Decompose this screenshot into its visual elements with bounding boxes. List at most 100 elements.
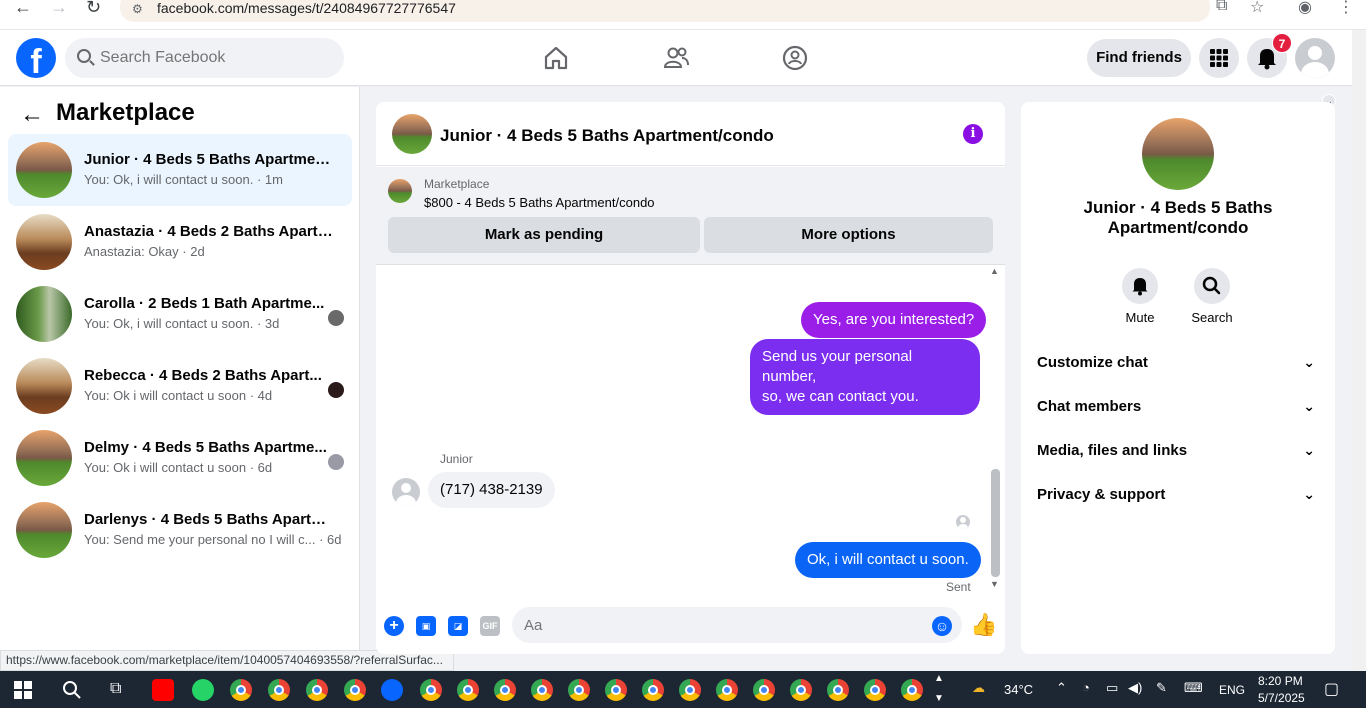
chrome-icon[interactable] xyxy=(268,679,290,701)
chat-members-row[interactable]: Chat members ⌄ xyxy=(1037,398,1319,422)
temperature[interactable]: 34°C xyxy=(1004,682,1033,697)
media-files-links-row[interactable]: Media, files and links ⌄ xyxy=(1037,442,1319,466)
reload-icon[interactable]: ↻ xyxy=(86,0,101,18)
scroll-up-arrow[interactable]: ▲ xyxy=(990,266,999,276)
youtube-icon[interactable] xyxy=(152,679,174,701)
outgoing-message[interactable]: Ok, i will contact u soon. xyxy=(795,542,981,578)
bookmark-star-icon[interactable]: ☆ xyxy=(1250,0,1264,17)
conversation-name: Junior · 4 Beds 5 Baths Apartment... xyxy=(84,151,334,168)
privacy-support-row[interactable]: Privacy & support ⌄ xyxy=(1037,486,1319,510)
back-icon[interactable]: ← xyxy=(14,0,32,18)
chrome-icon[interactable] xyxy=(679,679,701,701)
find-friends-button[interactable]: Find friends xyxy=(1087,39,1191,77)
account-avatar[interactable] xyxy=(1295,38,1335,78)
conversation-item[interactable]: Darlenys · 4 Beds 5 Baths Apartme... You… xyxy=(8,494,352,566)
windows-start-icon[interactable] xyxy=(14,681,32,699)
conversation-item[interactable]: Delmy · 4 Beds 5 Baths Apartme... You: O… xyxy=(8,422,352,494)
sticker-icon[interactable]: ◪ xyxy=(448,616,468,636)
chrome-icon[interactable] xyxy=(642,679,664,701)
taskbar-scroll-down-icon[interactable]: ▼ xyxy=(934,693,944,704)
forward-icon[interactable]: → xyxy=(50,0,68,18)
menu-button[interactable] xyxy=(1199,38,1239,78)
network-icon[interactable]: ◔ xyxy=(1082,680,1090,695)
listing-thumbnail[interactable] xyxy=(388,179,412,203)
plus-icon[interactable]: + xyxy=(384,616,404,636)
chrome-icon[interactable] xyxy=(790,679,812,701)
weather-icon[interactable]: ☁ xyxy=(972,680,985,696)
chrome-icon[interactable] xyxy=(753,679,775,701)
photo-icon[interactable]: ▣ xyxy=(416,616,436,636)
home-icon[interactable] xyxy=(542,44,570,72)
emoji-icon[interactable]: ☺ xyxy=(932,616,952,636)
chat-scrollbar[interactable] xyxy=(991,469,1000,577)
address-bar[interactable]: ⚙ facebook.com/messages/t/24084967727776… xyxy=(120,0,1210,22)
chrome-icon[interactable] xyxy=(420,679,442,701)
groups-icon[interactable] xyxy=(781,44,809,72)
install-app-icon[interactable]: ⧉ xyxy=(1216,0,1227,15)
mute-button[interactable]: Mute xyxy=(1110,268,1170,325)
chrome-icon[interactable] xyxy=(457,679,479,701)
mark-as-pending-button[interactable]: Mark as pending xyxy=(388,217,700,253)
profile-avatar[interactable] xyxy=(1142,118,1214,190)
taskbar-scroll-up-icon[interactable]: ▲ xyxy=(934,673,944,684)
keyboard-icon[interactable]: ⌨ xyxy=(1184,680,1203,696)
message-input[interactable] xyxy=(512,607,962,643)
outgoing-message[interactable]: Yes, are you interested? xyxy=(801,302,987,338)
conversation-item[interactable]: Junior · 4 Beds 5 Baths Apartment... You… xyxy=(8,134,352,206)
chevron-up-icon[interactable]: ⌃ xyxy=(1056,680,1067,696)
incoming-message[interactable]: (717) 438-2139 xyxy=(428,472,555,508)
chrome-icon[interactable] xyxy=(344,679,366,701)
chrome-icon[interactable] xyxy=(716,679,738,701)
customize-chat-row[interactable]: Customize chat ⌄ xyxy=(1037,354,1319,378)
info-icon[interactable]: i xyxy=(963,124,983,144)
search-box[interactable] xyxy=(65,38,344,78)
chrome-icon[interactable] xyxy=(531,679,553,701)
language-indicator[interactable]: ENG xyxy=(1219,683,1245,697)
notification-badge: 7 xyxy=(1272,33,1292,53)
row-label: Chat members xyxy=(1037,398,1142,415)
chrome-icon[interactable] xyxy=(827,679,849,701)
task-view-icon[interactable]: ⧉ xyxy=(110,680,121,698)
mute-label: Mute xyxy=(1125,310,1155,325)
chrome-icon[interactable] xyxy=(605,679,627,701)
conversation-item[interactable]: Anastazia · 4 Beds 2 Baths Apartm... Ana… xyxy=(8,206,352,278)
notification-center-icon[interactable]: ▢ xyxy=(1324,679,1339,699)
friends-icon[interactable] xyxy=(662,44,690,72)
browser-menu-icon[interactable]: ⋮ xyxy=(1338,0,1354,17)
facebook-icon[interactable] xyxy=(381,679,403,701)
page-scrollbar[interactable] xyxy=(1352,30,1366,671)
chrome-icon[interactable] xyxy=(901,679,923,701)
gif-icon[interactable]: GIF xyxy=(480,616,500,636)
clock-date[interactable]: 5/7/2025 xyxy=(1258,691,1305,705)
sender-avatar[interactable] xyxy=(392,478,420,506)
chrome-icon[interactable] xyxy=(864,679,886,701)
pen-icon[interactable]: ✎ xyxy=(1156,680,1167,696)
listing-thumbnail xyxy=(16,502,72,558)
whatsapp-icon[interactable] xyxy=(192,679,214,701)
outgoing-message[interactable]: Send us your personal number, so, we can… xyxy=(750,339,980,415)
listing-description[interactable]: $800 - 4 Beds 5 Baths Apartment/condo xyxy=(424,195,655,210)
conversation-item[interactable]: Carolla · 2 Beds 1 Bath Apartme... You: … xyxy=(8,278,352,350)
thumbs-up-icon[interactable]: 👍 xyxy=(970,612,997,638)
facebook-logo-icon[interactable]: f xyxy=(16,38,56,78)
chrome-icon[interactable] xyxy=(306,679,328,701)
conversation-item[interactable]: Rebecca · 4 Beds 2 Baths Apart... You: O… xyxy=(8,350,352,422)
back-arrow-icon[interactable]: ← xyxy=(20,101,44,129)
sender-name: Junior xyxy=(440,452,473,466)
chrome-icon[interactable] xyxy=(230,679,252,701)
site-info-icon[interactable]: ⚙ xyxy=(132,2,143,16)
search-chat-button[interactable]: Search xyxy=(1182,268,1242,325)
scroll-down-arrow[interactable]: ▼ xyxy=(990,579,999,589)
clock-time[interactable]: 8:20 PM xyxy=(1258,674,1303,688)
more-options-button[interactable]: More options xyxy=(704,217,993,253)
chat-title[interactable]: Junior · 4 Beds 5 Baths Apartment/condo xyxy=(440,126,774,146)
chrome-icon[interactable] xyxy=(494,679,516,701)
profile-icon[interactable]: ◉ xyxy=(1298,0,1312,17)
chrome-icon[interactable] xyxy=(568,679,590,701)
chat-avatar[interactable] xyxy=(392,114,432,154)
search-input[interactable] xyxy=(100,48,330,68)
taskbar-search-icon[interactable] xyxy=(62,680,82,700)
battery-icon[interactable]: ▭ xyxy=(1106,680,1118,696)
conversation-name: Rebecca · 4 Beds 2 Baths Apart... xyxy=(84,367,322,384)
volume-icon[interactable]: ◀) xyxy=(1128,680,1142,696)
